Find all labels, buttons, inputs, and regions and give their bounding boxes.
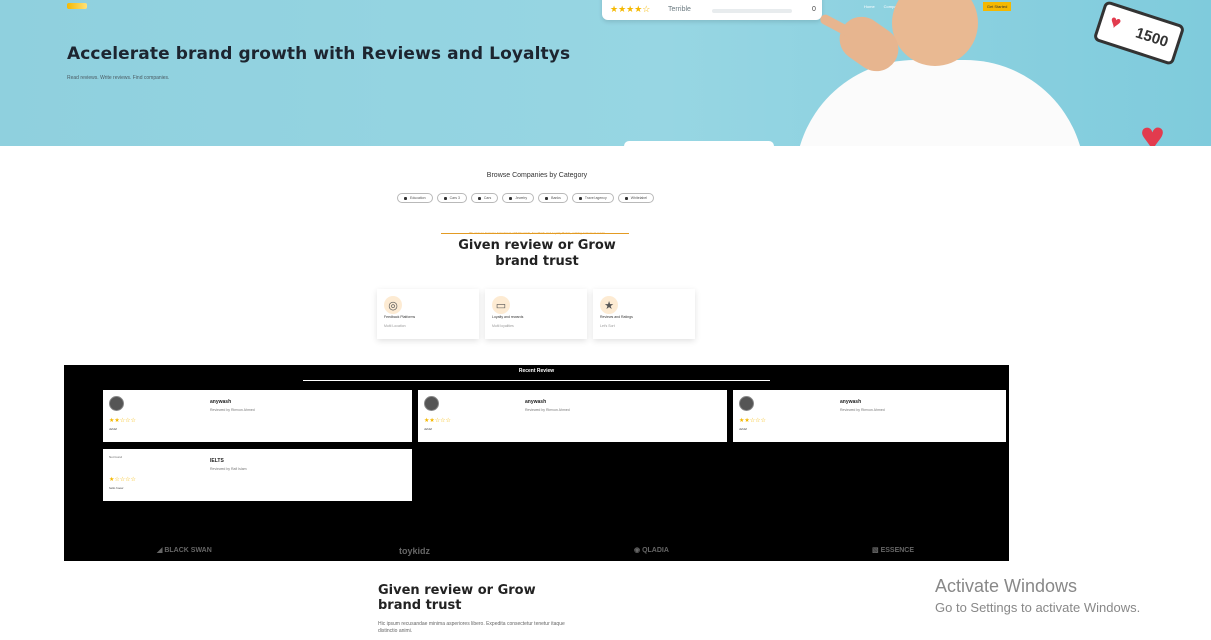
brand-name: BLACK SWAN	[164, 547, 212, 554]
category-chip-cars-3[interactable]: Cars 3	[436, 193, 467, 203]
chip-label: Education	[410, 196, 426, 200]
category-chip-banks[interactable]: Banks	[538, 193, 568, 203]
essence-icon: ▧	[872, 547, 881, 554]
jewelry-icon	[509, 196, 513, 200]
feature-sub: Multi loyalities	[492, 324, 514, 328]
review-author: Reviewed by Rimvon Ahmed	[840, 408, 885, 412]
review-author: Reviewed by Rafi Islam	[210, 467, 247, 471]
rating-label: Terrible	[668, 6, 691, 13]
review-stars: ★★☆☆☆	[739, 418, 766, 424]
hero-person-shirt	[795, 60, 1085, 146]
review-text: hello hoow	[109, 486, 124, 490]
review-company[interactable]: anywash	[210, 399, 231, 405]
category-chip-jewelry[interactable]: Jewelry	[502, 193, 535, 203]
category-chip-education[interactable]: Education	[397, 193, 433, 203]
feature-card-reviews[interactable]: ★ Reviews and Ratings Let's Sort	[593, 289, 695, 339]
review-author: Reviewed by Rimvon Ahmed	[210, 408, 255, 412]
id-card-icon: ▭	[492, 296, 510, 314]
bottom-section-title: Given review or Grow brand trust	[378, 583, 536, 613]
feature-label: Reviews and Ratings	[600, 315, 633, 319]
section-title: Given review or Grow brand trust	[458, 238, 616, 269]
category-chips: Education Cars 3 Cars Jewelry Banks Trav…	[397, 193, 655, 203]
chip-label: Travel agency	[584, 196, 607, 200]
brand-logo-qladia: ◉ QLADIA	[634, 546, 669, 554]
like-count-bubble: ♥ 1500	[1092, 0, 1186, 66]
hero-subtitle: Read reviews. Write reviews. Find compan…	[67, 75, 170, 81]
brand-name: toykidz	[399, 546, 431, 556]
hero-title: Accelerate brand growth with Reviews and…	[67, 44, 571, 64]
hero-card-edge	[624, 141, 774, 146]
review-company[interactable]: anywash	[840, 399, 861, 405]
recent-divider	[303, 380, 770, 381]
windows-activation-hint: Go to Settings to activate Windows.	[935, 600, 1141, 615]
review-text: dsfdsf	[424, 427, 433, 431]
heart-icon: ♥	[1107, 11, 1124, 34]
site-logo[interactable]	[67, 3, 87, 9]
brand-logo-black-swan: ◢ BLACK SWAN	[157, 546, 212, 554]
chip-label: Jewelry	[515, 196, 528, 200]
category-chip-whitelabel[interactable]: Whitelabel	[617, 193, 655, 203]
travel-icon	[578, 196, 582, 200]
feature-label: Loyalty and rewards	[492, 315, 524, 319]
review-company[interactable]: IELTS	[210, 458, 224, 464]
feature-card-feedback[interactable]: ◎ Feedback Platforms Multi Location	[377, 289, 479, 339]
review-stars: ★★☆☆☆	[424, 418, 451, 424]
brand-logo-toykidz: toykidz	[399, 546, 430, 556]
review-card[interactable]: anywash Reviewed by Rimvon Ahmed ★★☆☆☆ d…	[733, 390, 1006, 442]
avatar	[109, 396, 124, 411]
label-icon	[624, 196, 628, 200]
feature-sub: Let's Sort	[600, 324, 615, 328]
chip-label: Cars 3	[449, 196, 460, 200]
category-chip-travel-agency[interactable]: Travel agency	[571, 193, 614, 203]
brand-logo-essence: ▧ ESSENCE	[872, 546, 914, 554]
rating-stars: ★★★★☆	[610, 4, 651, 14]
hero-banner: Home Companies Blog Get Listing Rewards …	[0, 0, 1211, 146]
car-icon	[443, 196, 447, 200]
review-card[interactable]: anywash Reviewed by Rimvon Ahmed ★★☆☆☆ d…	[418, 390, 727, 442]
rating-bar	[712, 9, 792, 13]
heart-icon: ♥	[1140, 113, 1165, 147]
review-stars: ★☆☆☆☆	[109, 477, 136, 483]
review-company[interactable]: anywash	[525, 399, 546, 405]
brand-name: ESSENCE	[880, 547, 915, 554]
recent-title: Recent Review	[518, 368, 555, 374]
feature-label: Feedback Platforms	[384, 315, 416, 319]
section-kicker: We were to increase brand trust with Rew…	[468, 231, 606, 235]
like-count: 1500	[1133, 24, 1171, 51]
rating-count: 0	[812, 6, 816, 13]
review-stars: ★★☆☆☆	[109, 418, 136, 424]
brand-name: QLADIA	[642, 547, 669, 554]
chip-label: Whitelabel	[630, 196, 648, 200]
avatar	[739, 396, 754, 411]
avatar	[424, 396, 439, 411]
browse-title: Browse Companies by Category	[486, 172, 588, 179]
review-author: Reviewed by Rimvon Ahmed	[525, 408, 570, 412]
circle-icon: ◉	[634, 547, 643, 554]
get-started-button[interactable]: Get Started	[982, 2, 1012, 11]
bottom-section-text: Hic ipsum recusandae minima asperiores l…	[378, 621, 565, 634]
chip-label: Cars	[483, 196, 492, 200]
feature-card-loyalty[interactable]: ▭ Loyalty and rewards Multi loyalities	[485, 289, 587, 339]
review-text: dsfdsf	[109, 427, 118, 431]
recent-reviews-section: Recent Review anywash Reviewed by Rimvon…	[64, 365, 1009, 561]
hero-person-head	[892, 0, 978, 66]
avatar-alt-text: Not found	[109, 455, 123, 459]
review-text: dsfdsf	[739, 427, 748, 431]
rating-preview-card: ★★★★☆ Terrible 0	[602, 0, 822, 20]
review-card[interactable]: Not found IELTS Reviewed by Rafi Islam ★…	[103, 449, 412, 501]
chip-label: Banks	[551, 196, 561, 200]
feature-sub: Multi Location	[384, 324, 406, 328]
education-icon	[404, 196, 407, 200]
windows-activation-title: Activate Windows	[935, 576, 1078, 596]
category-chip-cars[interactable]: Cars	[470, 193, 499, 203]
bank-icon	[545, 196, 549, 200]
review-card[interactable]: anywash Reviewed by Rimvon Ahmed ★★☆☆☆ d…	[103, 390, 412, 442]
car-icon	[477, 196, 481, 200]
nav-home[interactable]: Home	[864, 4, 875, 9]
star-icon: ★	[600, 296, 618, 314]
compass-icon: ◎	[384, 296, 402, 314]
